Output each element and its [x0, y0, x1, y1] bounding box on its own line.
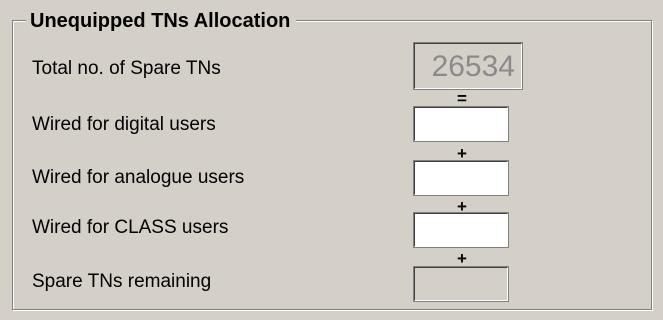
- spare-tns-remaining-label: Spare TNs remaining: [32, 271, 212, 292]
- group-title: Unequipped TNs Allocation: [26, 8, 297, 34]
- wired-digital-users-input[interactable]: [413, 106, 509, 142]
- wired-class-users-input[interactable]: [413, 212, 509, 248]
- spare-tns-remaining-field: [413, 266, 509, 302]
- plus-operator-3: +: [457, 249, 467, 268]
- equals-operator: =: [457, 89, 467, 108]
- total-spare-tns-field: 26534: [413, 42, 523, 90]
- wired-class-users-label: Wired for CLASS users: [32, 217, 229, 238]
- plus-operator-1: +: [457, 144, 467, 163]
- total-spare-tns-label: Total no. of Spare TNs: [32, 58, 221, 79]
- wired-analogue-users-input[interactable]: [413, 160, 509, 196]
- wired-analogue-users-label: Wired for analogue users: [32, 167, 245, 188]
- wired-digital-users-label: Wired for digital users: [32, 114, 216, 135]
